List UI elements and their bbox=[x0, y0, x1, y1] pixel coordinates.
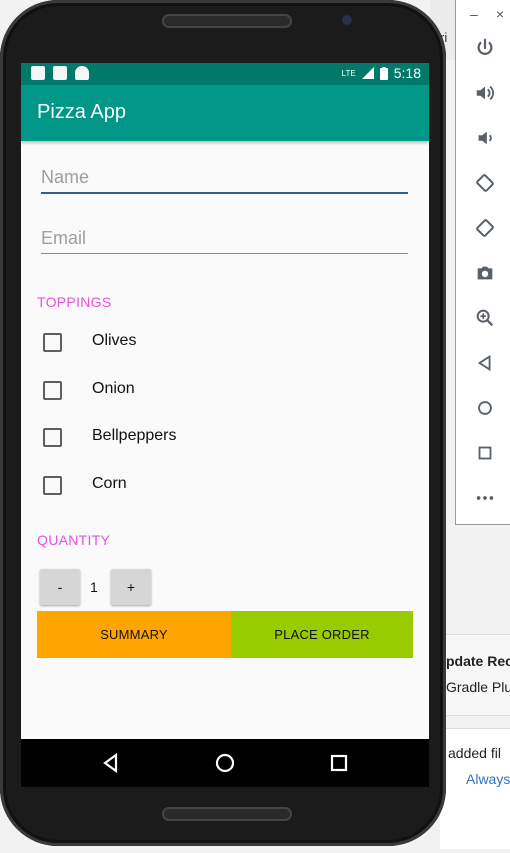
top-speaker bbox=[162, 14, 292, 28]
nav-home-icon[interactable] bbox=[213, 751, 237, 775]
checkbox[interactable] bbox=[43, 427, 62, 447]
name-input[interactable]: Name bbox=[41, 164, 408, 194]
topping-label: Onion bbox=[92, 380, 135, 397]
gmail-icon bbox=[31, 66, 45, 80]
topping-label: Olives bbox=[92, 332, 137, 349]
front-camera bbox=[342, 15, 352, 25]
bottom-speaker bbox=[162, 807, 292, 821]
close-button[interactable]: × bbox=[496, 6, 504, 22]
quantity-value: 1 bbox=[90, 579, 98, 595]
nav-overview-icon[interactable] bbox=[327, 751, 351, 775]
topping-olives[interactable]: Olives bbox=[43, 330, 136, 354]
increment-button[interactable]: + bbox=[111, 569, 151, 605]
app-title: Pizza App bbox=[37, 101, 126, 123]
email-placeholder: Email bbox=[41, 228, 87, 248]
checkbox[interactable] bbox=[43, 475, 62, 495]
zoom-icon[interactable] bbox=[472, 305, 498, 331]
camera-icon[interactable] bbox=[472, 260, 498, 286]
topping-label: Bellpeppers bbox=[92, 427, 177, 444]
back-icon[interactable] bbox=[472, 350, 498, 376]
rotate-right-icon[interactable] bbox=[472, 215, 498, 241]
ide-notification[interactable]: pdate Rec Gradle Plug bbox=[440, 634, 510, 716]
battery-icon bbox=[379, 66, 388, 80]
emulator-toolbar: – × bbox=[455, 0, 510, 525]
decrement-button[interactable]: - bbox=[40, 569, 80, 605]
topping-onion[interactable]: Onion bbox=[43, 378, 135, 402]
volume-down-icon[interactable] bbox=[472, 125, 498, 151]
volume-up-icon[interactable] bbox=[472, 80, 498, 106]
topping-corn[interactable]: Corn bbox=[43, 473, 127, 497]
topping-label: Corn bbox=[92, 475, 127, 492]
status-time: 5:18 bbox=[393, 65, 421, 81]
event-log-link[interactable]: Always bbox=[466, 771, 510, 787]
nav-back-icon[interactable] bbox=[99, 751, 123, 775]
navigation-bar bbox=[21, 739, 429, 787]
checkbox[interactable] bbox=[43, 380, 62, 400]
more-icon[interactable] bbox=[472, 485, 498, 511]
status-bar: LTE 5:18 bbox=[21, 63, 429, 85]
notification-title: pdate Rec bbox=[446, 653, 510, 669]
overview-icon[interactable] bbox=[472, 440, 498, 466]
minimize-button[interactable]: – bbox=[470, 6, 478, 22]
android-icon bbox=[75, 66, 89, 80]
lte-label: LTE bbox=[341, 68, 356, 78]
quantity-label: QUANTITY bbox=[37, 532, 111, 548]
toppings-label: TOPPINGS bbox=[37, 294, 112, 310]
signal-icon bbox=[361, 67, 374, 79]
device-screen: LTE 5:18 Pizza App Name Email TOPPINGS O… bbox=[21, 63, 429, 787]
app-bar: Pizza App bbox=[21, 85, 429, 141]
name-placeholder: Name bbox=[41, 167, 90, 187]
topping-bellpeppers[interactable]: Bellpeppers bbox=[43, 425, 177, 449]
home-icon[interactable] bbox=[472, 395, 498, 421]
email-input[interactable]: Email bbox=[41, 225, 408, 254]
event-log-text: added fil bbox=[448, 745, 501, 761]
checkbox[interactable] bbox=[43, 332, 62, 352]
ide-event-log: added fil Always bbox=[440, 728, 510, 849]
sd-card-icon bbox=[53, 66, 67, 80]
power-icon[interactable] bbox=[472, 35, 498, 61]
place-order-button[interactable]: PLACE ORDER bbox=[231, 611, 413, 658]
notification-body: Gradle Plug bbox=[446, 679, 510, 695]
rotate-left-icon[interactable] bbox=[472, 170, 498, 196]
summary-button[interactable]: SUMMARY bbox=[37, 611, 231, 658]
